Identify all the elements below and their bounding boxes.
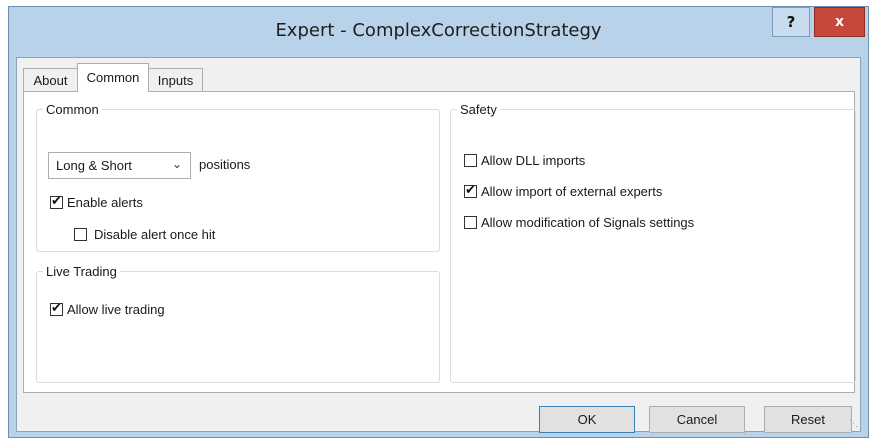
safety-group-title: Safety: [460, 102, 497, 117]
allow-import-external-experts-label: Allow import of external experts: [481, 184, 663, 199]
checkbox-box[interactable]: ✔: [464, 216, 477, 229]
checkbox-box[interactable]: ✔: [50, 193, 63, 209]
help-button[interactable]: ?: [772, 7, 810, 37]
common-group: Common Long & Short ⌄ positions ✔ Enable…: [36, 102, 440, 252]
tab-inputs[interactable]: Inputs: [148, 68, 203, 92]
checkbox-box[interactable]: ✔: [464, 182, 477, 198]
allow-live-trading-label: Allow live trading: [67, 302, 165, 317]
close-button[interactable]: x: [814, 7, 865, 37]
cancel-button[interactable]: Cancel: [649, 406, 745, 433]
checkmark-icon: ✔: [51, 300, 62, 315]
enable-alerts-label: Enable alerts: [67, 195, 143, 210]
common-group-title: Common: [46, 102, 99, 117]
positions-select-value: Long & Short: [56, 158, 132, 173]
safety-group: Safety ✔ Allow DLL imports ✔ Allow impor…: [450, 102, 856, 383]
allow-signals-modification-label: Allow modification of Signals settings: [481, 215, 695, 230]
ok-button[interactable]: OK: [539, 406, 635, 433]
disable-alert-once-hit-label: Disable alert once hit: [94, 227, 216, 242]
resize-grip-icon[interactable]: ⋱: [849, 418, 858, 429]
reset-button[interactable]: Reset: [764, 406, 852, 433]
checkmark-icon: ✔: [51, 193, 62, 208]
live-trading-group-title: Live Trading: [46, 264, 117, 279]
checkbox-box[interactable]: ✔: [74, 228, 87, 241]
positions-label: positions: [199, 157, 251, 172]
title-bar[interactable]: Expert - ComplexCorrectionStrategy ? x: [9, 7, 868, 55]
allow-dll-imports-label: Allow DLL imports: [481, 153, 586, 168]
tab-about[interactable]: About: [23, 68, 78, 92]
dialog-client-area: About Common Inputs Common Long & Short …: [16, 57, 861, 433]
tab-panel-common: Common Long & Short ⌄ positions ✔ Enable…: [23, 91, 856, 393]
tab-common[interactable]: Common: [77, 63, 149, 92]
checkbox-box[interactable]: ✔: [50, 300, 63, 316]
chevron-down-icon: ⌄: [171, 157, 182, 171]
window-title: Expert - ComplexCorrectionStrategy: [275, 20, 602, 41]
checkmark-icon: ✔: [465, 182, 476, 197]
positions-select[interactable]: Long & Short ⌄: [48, 152, 191, 179]
checkbox-box[interactable]: ✔: [464, 154, 477, 167]
expert-dialog: Expert - ComplexCorrectionStrategy ? x A…: [8, 6, 869, 438]
live-trading-group: Live Trading ✔ Allow live trading: [36, 264, 440, 383]
